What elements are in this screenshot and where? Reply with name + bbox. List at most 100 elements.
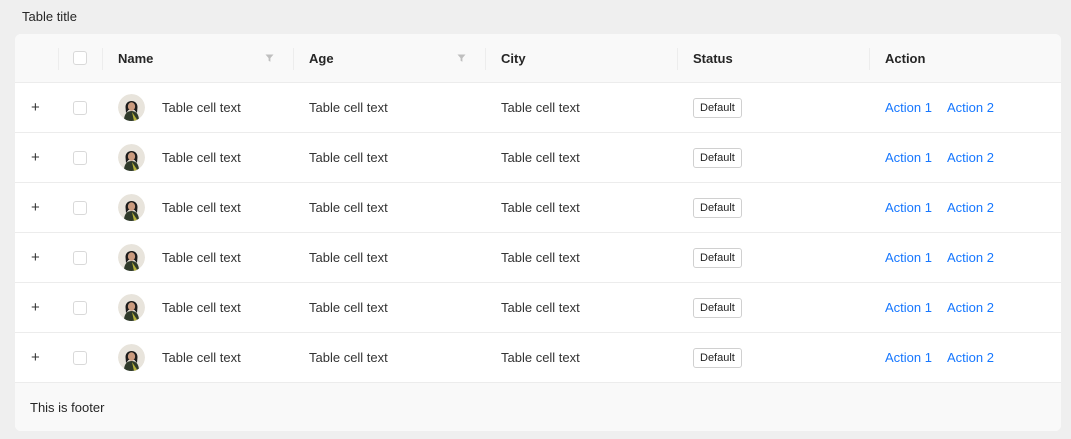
name-text: Table cell text (162, 150, 241, 165)
status-badge: Default (693, 197, 742, 218)
expand-cell: + (15, 283, 59, 332)
city-cell: Table cell text (486, 333, 678, 382)
age-text: Table cell text (309, 350, 388, 365)
action-1-link[interactable]: Action 1 (885, 300, 932, 315)
city-cell: Table cell text (486, 183, 678, 232)
age-cell: Table cell text (294, 233, 486, 282)
plus-icon[interactable]: + (31, 100, 40, 115)
avatar (118, 94, 145, 121)
row-checkbox[interactable] (73, 250, 87, 265)
table-body: + Table cell text Table cell text Table … (15, 83, 1061, 383)
row-checkbox[interactable] (73, 350, 87, 365)
age-text: Table cell text (309, 150, 388, 165)
select-all-checkbox[interactable] (73, 51, 87, 65)
select-all-cell (59, 34, 103, 82)
expand-cell: + (15, 233, 59, 282)
action-1-link[interactable]: Action 1 (885, 200, 932, 215)
status-badge: Default (693, 147, 742, 168)
column-header-name[interactable]: Name (103, 34, 294, 82)
name-cell: Table cell text (103, 283, 294, 332)
plus-icon[interactable]: + (31, 300, 40, 315)
status-cell: Default (678, 233, 870, 282)
action-1-link[interactable]: Action 1 (885, 100, 932, 115)
table-footer: This is footer (15, 383, 1061, 431)
name-cell: Table cell text (103, 333, 294, 382)
age-text: Table cell text (309, 250, 388, 265)
table-row: + Table cell text Table cell text Table … (15, 233, 1061, 283)
name-cell: Table cell text (103, 233, 294, 282)
avatar (118, 344, 145, 371)
row-checkbox[interactable] (73, 150, 87, 165)
table-row: + Table cell text Table cell text Table … (15, 183, 1061, 233)
row-checkbox[interactable] (73, 200, 87, 215)
table-row: + Table cell text Table cell text Table … (15, 133, 1061, 183)
status-badge: Default (693, 347, 742, 368)
age-cell: Table cell text (294, 183, 486, 232)
table-row: + Table cell text Table cell text Table … (15, 83, 1061, 133)
column-header-action: Action (870, 34, 1061, 82)
column-header-age[interactable]: Age (294, 34, 486, 82)
city-cell: Table cell text (486, 133, 678, 182)
expand-cell: + (15, 83, 59, 132)
city-text: Table cell text (501, 250, 580, 265)
column-header-action-label: Action (885, 50, 926, 66)
city-text: Table cell text (501, 300, 580, 315)
age-text: Table cell text (309, 200, 388, 215)
name-text: Table cell text (162, 100, 241, 115)
select-cell (59, 183, 103, 232)
table-row: + Table cell text Table cell text Table … (15, 333, 1061, 383)
action-cell: Action 1 Action 2 (870, 233, 1061, 282)
action-2-link[interactable]: Action 2 (947, 350, 994, 365)
filter-icon[interactable] (265, 54, 274, 63)
name-text: Table cell text (162, 300, 241, 315)
city-text: Table cell text (501, 150, 580, 165)
table-card: Name Age City Status Action + Table cell… (15, 34, 1061, 431)
table-header: Name Age City Status Action (15, 34, 1061, 83)
action-cell: Action 1 Action 2 (870, 183, 1061, 232)
action-2-link[interactable]: Action 2 (947, 300, 994, 315)
age-cell: Table cell text (294, 83, 486, 132)
action-2-link[interactable]: Action 2 (947, 100, 994, 115)
action-cell: Action 1 Action 2 (870, 83, 1061, 132)
plus-icon[interactable]: + (31, 250, 40, 265)
name-cell: Table cell text (103, 133, 294, 182)
age-cell: Table cell text (294, 333, 486, 382)
action-2-link[interactable]: Action 2 (947, 200, 994, 215)
name-text: Table cell text (162, 200, 241, 215)
action-1-link[interactable]: Action 1 (885, 250, 932, 265)
status-cell: Default (678, 83, 870, 132)
filter-icon[interactable] (457, 54, 466, 63)
action-2-link[interactable]: Action 2 (947, 250, 994, 265)
column-header-city-label: City (501, 50, 526, 66)
expand-cell: + (15, 333, 59, 382)
table-row: + Table cell text Table cell text Table … (15, 283, 1061, 333)
age-text: Table cell text (309, 100, 388, 115)
status-cell: Default (678, 283, 870, 332)
select-cell (59, 83, 103, 132)
status-cell: Default (678, 333, 870, 382)
action-cell: Action 1 Action 2 (870, 333, 1061, 382)
plus-icon[interactable]: + (31, 150, 40, 165)
column-header-status-label: Status (693, 50, 733, 66)
action-2-link[interactable]: Action 2 (947, 150, 994, 165)
column-header-name-label: Name (118, 50, 154, 66)
city-text: Table cell text (501, 350, 580, 365)
column-header-city: City (486, 34, 678, 82)
status-badge: Default (693, 297, 742, 318)
action-1-link[interactable]: Action 1 (885, 150, 932, 165)
expand-cell: + (15, 133, 59, 182)
city-text: Table cell text (501, 200, 580, 215)
status-badge: Default (693, 247, 742, 268)
plus-icon[interactable]: + (31, 350, 40, 365)
action-1-link[interactable]: Action 1 (885, 350, 932, 365)
avatar (118, 244, 145, 271)
page: Table title Name Age City Status Action … (0, 0, 1071, 439)
status-badge: Default (693, 97, 742, 118)
select-cell (59, 133, 103, 182)
city-cell: Table cell text (486, 233, 678, 282)
plus-icon[interactable]: + (31, 200, 40, 215)
select-cell (59, 233, 103, 282)
row-checkbox[interactable] (73, 100, 87, 115)
avatar (118, 294, 145, 321)
row-checkbox[interactable] (73, 300, 87, 315)
